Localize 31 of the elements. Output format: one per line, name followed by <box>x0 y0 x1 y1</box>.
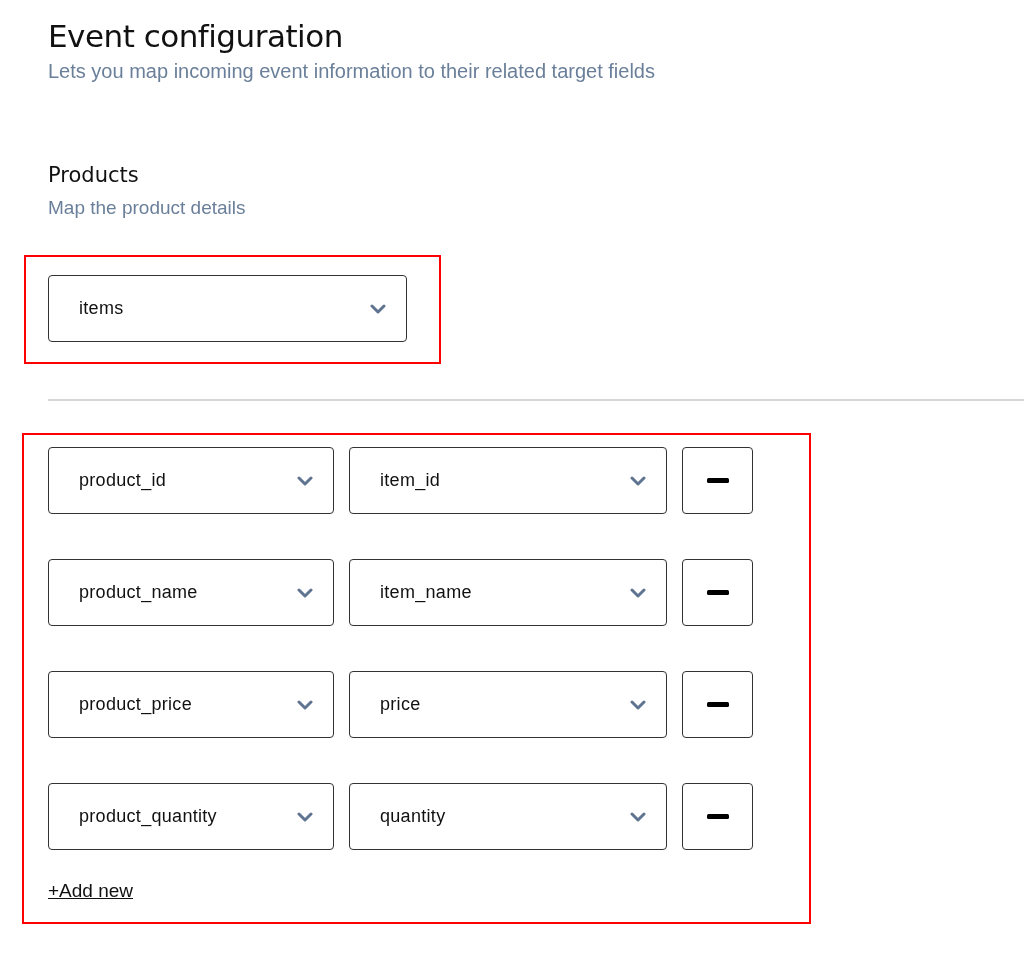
chevron-down-icon <box>297 475 313 486</box>
chevron-down-icon <box>370 303 386 314</box>
chevron-down-icon <box>297 587 313 598</box>
section-subtitle: Map the product details <box>48 197 247 219</box>
chevron-down-icon <box>630 811 646 822</box>
dropdown-select[interactable]: product_price <box>48 671 334 738</box>
minus-icon <box>706 702 729 707</box>
remove-button[interactable] <box>682 671 753 738</box>
minus-icon <box>706 478 729 483</box>
chevron-down-icon <box>630 587 646 598</box>
dropdown-select[interactable]: price <box>349 671 667 738</box>
chevron-down-icon <box>630 699 646 710</box>
dropdown-select[interactable]: product_id <box>48 447 334 514</box>
add-new-link[interactable]: +Add new <box>48 880 134 902</box>
chevron-down-icon <box>297 811 313 822</box>
dropdown-select[interactable]: quantity <box>349 783 667 850</box>
page-title: Event configuration <box>48 18 344 54</box>
section-title: Products <box>48 163 140 187</box>
chevron-down-icon <box>630 475 646 486</box>
minus-icon <box>706 590 729 595</box>
remove-button[interactable] <box>682 559 753 626</box>
dropdown-select[interactable]: items <box>48 275 407 342</box>
dropdown-select[interactable]: item_id <box>349 447 667 514</box>
dropdown-select[interactable]: product_quantity <box>48 783 334 850</box>
minus-icon <box>706 814 729 819</box>
dropdown-select[interactable]: product_name <box>48 559 334 626</box>
remove-button[interactable] <box>682 447 753 514</box>
remove-button[interactable] <box>682 783 753 850</box>
dropdown-select[interactable]: item_name <box>349 559 667 626</box>
page-subtitle: Lets you map incoming event information to their related target fields <box>48 60 656 83</box>
chevron-down-icon <box>297 699 313 710</box>
